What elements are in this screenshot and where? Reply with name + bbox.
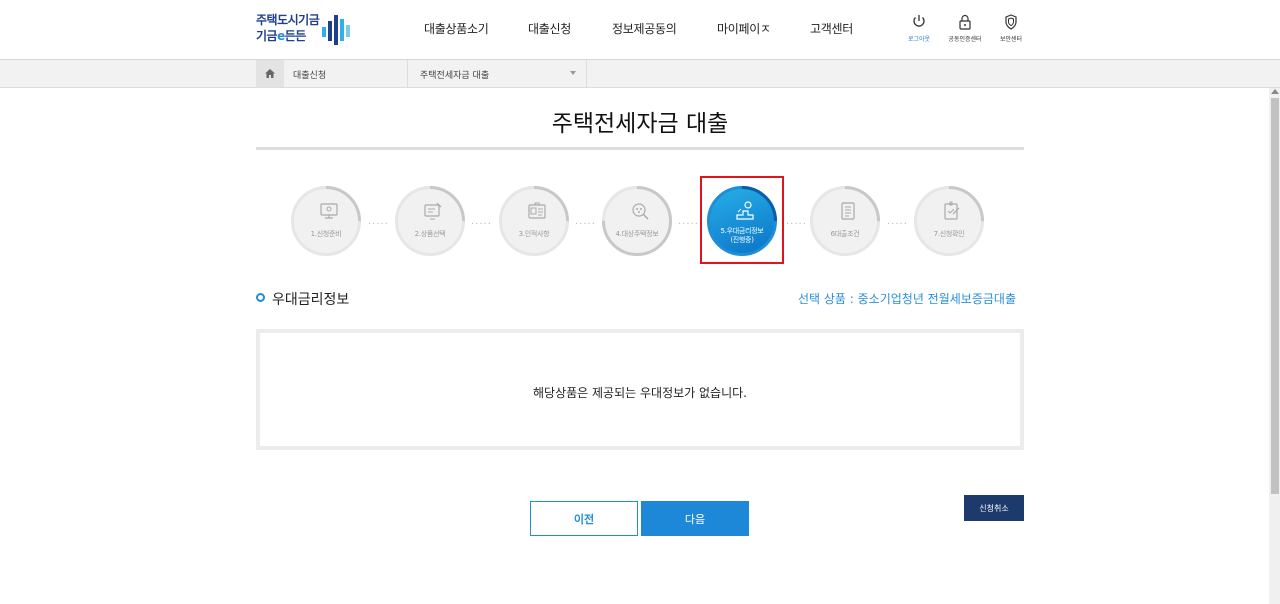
selected-product-text: 선택 상품 : 중소기업청년 전월세보증금대출 <box>797 292 1016 306</box>
step-progress-arc <box>533 186 569 222</box>
page-title: 주택전세자금 대출 <box>551 111 729 137</box>
breadcrumb-divider-end <box>586 60 587 87</box>
product-select-icon <box>424 202 442 220</box>
step-connector: ····· <box>471 219 492 230</box>
step-7-label: 7.신청확인 <box>933 230 965 238</box>
shield-icon <box>1005 14 1017 30</box>
next-button[interactable]: 다음 <box>641 501 749 536</box>
section-bullet-icon <box>256 293 265 302</box>
breadcrumb-level2-select[interactable]: 주택전세자금 대출 <box>408 60 586 87</box>
logout-label: 로그아웃 <box>907 36 931 43</box>
lock-icon <box>959 14 971 30</box>
breadcrumb-level2: 주택전세자금 대출 <box>420 71 490 81</box>
logo-line2-e: e <box>277 29 285 43</box>
logo-line1: 주택도시기금 <box>256 13 320 27</box>
step-connector: ····· <box>678 219 699 230</box>
step-progress-arc <box>429 186 465 222</box>
cert-center-button[interactable]: 공동인증센터 <box>944 14 986 43</box>
step-progress-arc <box>948 186 984 222</box>
step-1[interactable]: 1.신청준비 <box>291 186 361 256</box>
title-divider <box>256 147 1024 150</box>
nav-loan-products[interactable]: 대출상품소기 <box>424 20 489 37</box>
chevron-down-icon <box>570 71 576 75</box>
step-connector: ····· <box>368 219 389 230</box>
step-progress-arc <box>844 186 880 222</box>
step-4[interactable]: 4.대상주택정보 <box>602 186 672 256</box>
logo-line2-a: 기금 <box>256 29 278 43</box>
step-2-label: 2.상품선택 <box>414 230 446 238</box>
logo-line2: 기금e든든 <box>256 28 319 44</box>
step-6-label: 6대출조건 <box>830 230 860 238</box>
step-connector: ····· <box>887 219 908 230</box>
monitor-icon <box>320 203 338 219</box>
scrollbar-thumb[interactable] <box>1271 98 1279 494</box>
check-doc-icon <box>944 201 960 220</box>
document-icon <box>841 202 855 220</box>
step-3-label: 3.인적사항 <box>518 230 550 238</box>
house-search-icon <box>632 203 649 220</box>
step-6[interactable]: 6대출조건 <box>810 186 880 256</box>
home-button[interactable] <box>256 60 284 87</box>
step-connector: ····· <box>575 219 596 230</box>
nav-loan-apply[interactable]: 대출신청 <box>528 20 571 37</box>
step-4-label: 4.대상주택정보 <box>615 230 659 238</box>
current-step-highlight <box>700 176 784 264</box>
preferential-rate-panel: 해당상품은 제공되는 우대정보가 없습니다. <box>256 329 1024 450</box>
logout-button[interactable]: 로그아웃 <box>904 14 934 43</box>
cert-center-label: 공동인증센터 <box>948 36 982 43</box>
prev-button[interactable]: 이전 <box>530 501 638 536</box>
breadcrumb: 대출신청 주택전세자금 대출 <box>0 60 1280 88</box>
site-logo[interactable]: 주택도시기금 기금e든든 <box>256 12 356 46</box>
nav-customer-center[interactable]: 고객센터 <box>810 20 853 37</box>
step-progress-arc <box>325 186 361 222</box>
step-progress-arc <box>602 186 672 256</box>
logo-bars-icon <box>322 15 350 45</box>
security-center-button[interactable]: 보안센터 <box>996 14 1026 43</box>
cancel-application-button[interactable]: 신청취소 <box>964 495 1024 521</box>
logo-text: 주택도시기금 기금e든든 <box>256 12 320 44</box>
security-center-label: 보안센터 <box>999 36 1023 43</box>
section-title: 우대금리정보 <box>272 292 350 308</box>
step-2[interactable]: 2.상품선택 <box>395 186 465 256</box>
power-icon <box>913 15 925 27</box>
step-3[interactable]: 3.인적사항 <box>499 186 569 256</box>
nav-info-consent[interactable]: 정보제공동의 <box>612 20 677 37</box>
top-header: 주택도시기금 기금e든든 대출상품소기 대출신청 정보제공동의 마이페이ㅈ 고객… <box>0 0 1280 60</box>
step-7[interactable]: 7.신청확인 <box>914 186 984 256</box>
no-preferential-message: 해당상품은 제공되는 우대정보가 없습니다. <box>533 386 747 400</box>
nav-mypage[interactable]: 마이페이ㅈ <box>717 20 771 37</box>
home-icon <box>265 69 275 78</box>
step-1-label: 1.신청준비 <box>310 230 342 238</box>
scroll-up-arrow-icon[interactable] <box>1271 89 1279 94</box>
id-card-icon <box>528 202 546 219</box>
breadcrumb-level1[interactable]: 대출신청 <box>293 68 326 81</box>
logo-line2-b: 든든 <box>284 29 307 43</box>
step-connector: ····· <box>786 219 807 230</box>
